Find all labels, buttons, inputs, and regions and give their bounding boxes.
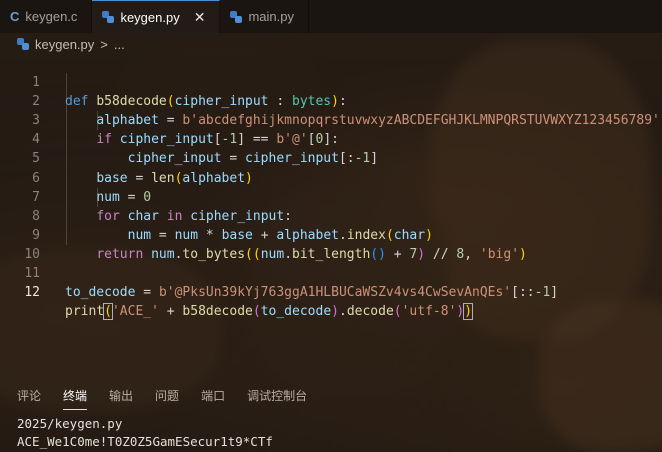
string-literal: 'utf-8' (401, 304, 457, 320)
tab-ports[interactable]: 端口 (201, 387, 225, 406)
python-file-icon (17, 38, 29, 50)
python-file-icon (102, 11, 115, 23)
paren: ) (331, 304, 339, 320)
code-editor[interactable]: 1 def b58decode(cipher_input : bytes): 2… (0, 54, 662, 321)
code-line-12: 12 print('ACE_' + b58decode(to_decode).d… (0, 264, 662, 321)
operator: = (135, 285, 159, 301)
tab-keygen-py[interactable]: keygen.py ✕ (92, 0, 221, 33)
terminal-output[interactable]: 2025/keygen.py ACE_We1C0me!T0Z0Z5GamESec… (17, 415, 273, 451)
tab-keygen-c[interactable]: C keygen.c (0, 0, 93, 33)
code-line-2: 2 alphabet = b'abcdefghijkmnopqrstuvwxyz… (0, 73, 662, 128)
panel-tab-bar: 评论 终端 输出 问题 端口 调试控制台 (0, 385, 662, 410)
code-line-9: 9 return num.to_bytes((num.bit_length() … (0, 207, 662, 262)
tab-output[interactable]: 输出 (109, 387, 133, 406)
tab-main-py[interactable]: main.py (220, 0, 309, 33)
line-number: 12 (24, 285, 40, 301)
string-literal: b'@PksUn39kYj763ggA1HLBUCaWSZv4vs4CwSevA… (158, 285, 512, 301)
function-call: b58decode (182, 304, 253, 320)
bracket: ] (550, 285, 559, 301)
code-line-8: 8 num = num * base + alphabet.index(char… (0, 188, 662, 243)
function-call: print (65, 304, 105, 320)
python-file-icon (230, 10, 243, 23)
terminal-line: 2025/keygen.py (17, 416, 123, 431)
breadcrumb-rest[interactable]: ... (114, 37, 125, 52)
tab-label: keygen.c (25, 9, 78, 24)
paren: ( (252, 304, 261, 320)
breadcrumb-file[interactable]: keygen.py (35, 37, 94, 52)
code-line-1: 1 def b58decode(cipher_input : bytes): (0, 54, 662, 109)
paren: ( (103, 303, 113, 321)
editor-tab-bar: C keygen.c keygen.py ✕ main.py (0, 0, 662, 33)
bracket: [:: (511, 285, 535, 301)
code-line-5: 5 base = len(alphabet) (0, 130, 662, 185)
c-file-icon: C (10, 9, 20, 24)
code-line-3: 3 if cipher_input[-1] == b'@'[0]: (0, 92, 662, 147)
method-call: decode (346, 304, 394, 320)
number: -1 (534, 285, 551, 301)
variable: to_decode (65, 285, 136, 301)
dot: . (338, 304, 347, 320)
paren: ( (393, 304, 402, 320)
code-line-6: 6 num = 0 (0, 149, 662, 205)
tab-debug-console[interactable]: 调试控制台 (247, 387, 307, 406)
string-literal: 'ACE_' (111, 304, 159, 320)
paren: ) (463, 303, 474, 321)
code-line-11: 11 to_decode = b'@PksUn39kYj763ggA1HLBUC… (0, 245, 662, 300)
variable: to_decode (260, 304, 332, 320)
tab-comments[interactable]: 评论 (17, 387, 41, 406)
breadcrumb-separator: > (100, 36, 108, 52)
breadcrumb: keygen.py > ... (17, 35, 125, 53)
tab-label: keygen.py (120, 9, 180, 25)
code-line-7: 7 for char in cipher_input: (0, 169, 662, 224)
tab-label: main.py (248, 9, 294, 24)
close-icon[interactable]: ✕ (194, 9, 206, 26)
tab-problems[interactable]: 问题 (155, 387, 179, 406)
code-line-4: 4 cipher_input = cipher_input[:-1] (0, 111, 662, 166)
operator: + (158, 304, 183, 320)
code-line-10: 10 (0, 226, 662, 262)
terminal-line: ACE_We1C0me!T0Z0Z5GamESecur1t9*CTf (17, 434, 273, 449)
tab-terminal[interactable]: 终端 (63, 387, 88, 410)
